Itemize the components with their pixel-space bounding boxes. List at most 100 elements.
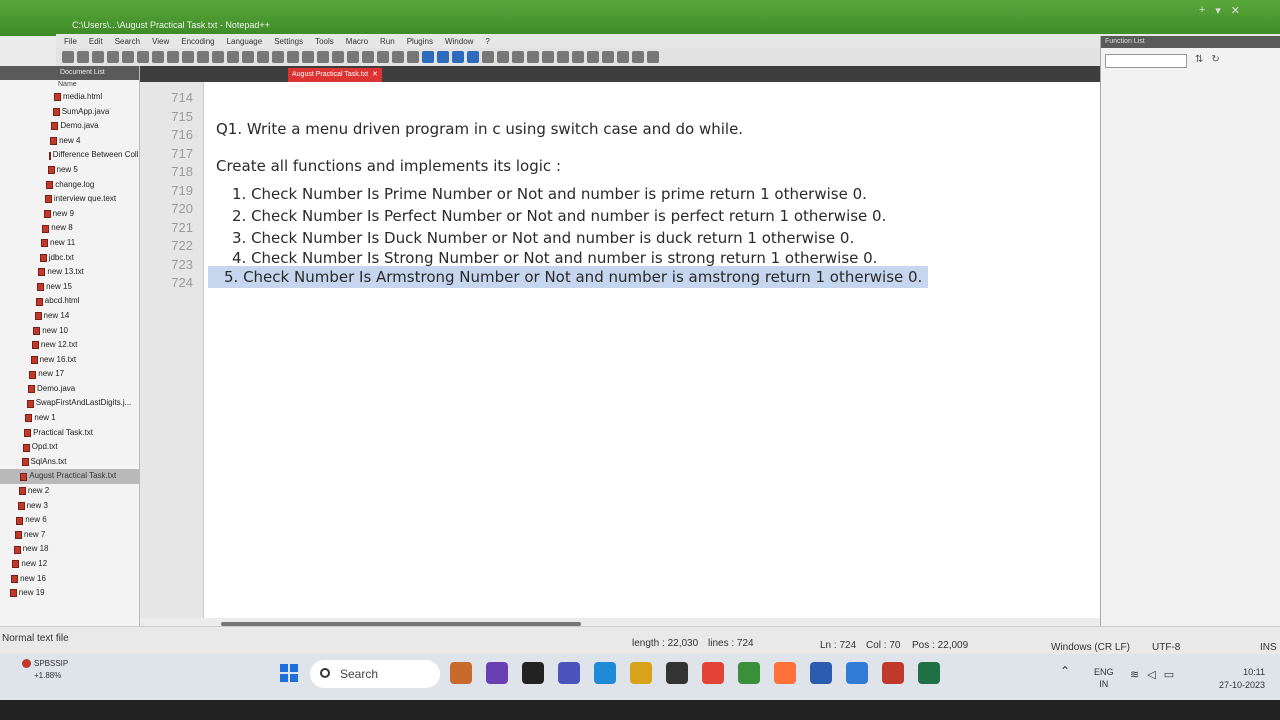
stock-widget[interactable]: SPBSSIP +1.88% [22, 658, 68, 682]
file-list-item[interactable]: media.html [0, 90, 139, 105]
menu-help[interactable]: ? [485, 37, 489, 46]
toolbar-button-icon[interactable] [317, 51, 329, 63]
menu-window[interactable]: Window [445, 37, 473, 46]
taskbar-app-icon[interactable] [774, 662, 796, 684]
file-list-item[interactable]: Difference Between Coll... [0, 148, 139, 163]
taskbar-app-icon[interactable] [918, 662, 940, 684]
file-list-item[interactable]: new 1 [0, 411, 139, 426]
file-list-item[interactable]: August Practical Task.txt [0, 469, 139, 485]
close-button[interactable]: ✕ [1231, 4, 1240, 17]
menu-plugins[interactable]: Plugins [407, 37, 433, 46]
taskbar-app-icon[interactable] [882, 662, 904, 684]
editor[interactable]: 714 715 716 717 718 719 720 721 722 723 724 Q1. Wr… [140, 82, 1142, 626]
toolbar-button-icon[interactable] [542, 51, 554, 63]
function-search-input[interactable] [1105, 54, 1187, 68]
toolbar-button-icon[interactable] [632, 51, 644, 63]
menu-settings[interactable]: Settings [274, 37, 303, 46]
toolbar-button-icon[interactable] [107, 51, 119, 63]
file-list-item[interactable]: new 17 [0, 367, 139, 382]
refresh-icon[interactable]: ↻ [1211, 54, 1219, 65]
menu-run[interactable]: Run [380, 37, 395, 46]
taskbar-app-icon[interactable] [486, 662, 508, 684]
taskbar-app-icon[interactable] [738, 662, 760, 684]
file-list-item[interactable]: new 4 [0, 134, 139, 149]
menu-tools[interactable]: Tools [315, 37, 334, 46]
new-window-button[interactable]: + [1199, 4, 1205, 17]
menu-file[interactable]: File [64, 37, 77, 46]
toolbar-button-icon[interactable] [602, 51, 614, 63]
taskbar-app-icon[interactable] [666, 662, 688, 684]
file-list-item[interactable]: abcd.html [0, 294, 139, 309]
taskbar-app-icon[interactable] [702, 662, 724, 684]
toolbar-button-icon[interactable] [272, 51, 284, 63]
file-list-item[interactable]: new 14 [0, 309, 139, 324]
toolbar-button-icon[interactable] [137, 51, 149, 63]
code-area[interactable]: Q1. Write a menu driven program in c usi… [208, 82, 1142, 626]
toolbar-button-icon[interactable] [197, 51, 209, 63]
file-list-item[interactable]: new 16.txt [0, 353, 139, 368]
file-list-item[interactable]: jdbc.txt [0, 251, 139, 266]
toolbar-button-icon[interactable] [617, 51, 629, 63]
toolbar-button-icon[interactable] [572, 51, 584, 63]
file-list-item[interactable]: new 19 [0, 586, 139, 601]
toolbar-button-icon[interactable] [392, 51, 404, 63]
toolbar-button-icon[interactable] [647, 51, 659, 63]
toolbar-button-icon[interactable] [332, 51, 344, 63]
taskbar-search[interactable]: Search [310, 660, 440, 688]
file-list-item[interactable]: new 18 [0, 542, 139, 557]
toolbar-button-icon[interactable] [77, 51, 89, 63]
toolbar-button-icon[interactable] [482, 51, 494, 63]
file-list-item[interactable]: SumApp.java [0, 105, 139, 120]
language-indicator[interactable]: ENG IN [1094, 666, 1114, 690]
tab-close-icon[interactable]: ✕ [372, 68, 378, 82]
toolbar-button-icon[interactable] [242, 51, 254, 63]
toolbar-button-icon[interactable] [422, 51, 434, 63]
file-list-item[interactable]: new 8 [0, 221, 139, 236]
toolbar-button-icon[interactable] [122, 51, 134, 63]
toolbar-button-icon[interactable] [512, 51, 524, 63]
file-list-item[interactable]: SwapFirstAndLastDigits.j... [0, 396, 139, 411]
toolbar-button-icon[interactable] [152, 51, 164, 63]
toolbar-button-icon[interactable] [377, 51, 389, 63]
menu-search[interactable]: Search [115, 37, 140, 46]
toolbar-button-icon[interactable] [407, 51, 419, 63]
wifi-icon[interactable]: ≋ [1130, 668, 1139, 681]
toolbar-button-icon[interactable] [257, 51, 269, 63]
toolbar-button-icon[interactable] [467, 51, 479, 63]
file-list-item[interactable]: new 10 [0, 324, 139, 339]
tab-august-practical-task[interactable]: August Practical Task.txt ✕ [288, 68, 382, 82]
clock[interactable]: 10:11 27-10-2023 [1205, 666, 1265, 692]
file-list-item[interactable]: Practical Task.txt [0, 426, 139, 441]
toolbar-button-icon[interactable] [302, 51, 314, 63]
toolbar-button-icon[interactable] [452, 51, 464, 63]
toolbar-button-icon[interactable] [92, 51, 104, 63]
file-list-item[interactable]: SqlAns.txt [0, 455, 139, 470]
file-list-item[interactable]: new 2 [0, 484, 139, 499]
tray-chevron-icon[interactable]: ⌃ [1060, 664, 1070, 678]
taskbar-app-icon[interactable] [810, 662, 832, 684]
file-list-item[interactable]: Opd.txt [0, 440, 139, 455]
file-list-item[interactable]: new 5 [0, 163, 139, 178]
file-list-item[interactable]: new 12 [0, 557, 139, 572]
sort-icon[interactable]: ⇅ [1195, 54, 1203, 65]
toolbar-button-icon[interactable] [212, 51, 224, 63]
file-list-item[interactable]: change.log [0, 178, 139, 193]
file-list-item[interactable]: new 11 [0, 236, 139, 251]
taskbar-app-icon[interactable] [846, 662, 868, 684]
toolbar-button-icon[interactable] [227, 51, 239, 63]
menu-encoding[interactable]: Encoding [181, 37, 214, 46]
toolbar-button-icon[interactable] [497, 51, 509, 63]
file-list-item[interactable]: interview que.text [0, 192, 139, 207]
menu-edit[interactable]: Edit [89, 37, 103, 46]
file-list-item[interactable]: new 9 [0, 207, 139, 222]
toolbar-button-icon[interactable] [347, 51, 359, 63]
volume-icon[interactable]: ◁ [1147, 668, 1155, 681]
file-list-item[interactable]: new 16 [0, 572, 139, 587]
battery-icon[interactable]: ▭ [1164, 668, 1174, 681]
menu-view[interactable]: View [152, 37, 169, 46]
file-list-item[interactable]: new 15 [0, 280, 139, 295]
taskbar-app-icon[interactable] [558, 662, 580, 684]
toolbar-button-icon[interactable] [557, 51, 569, 63]
start-icon[interactable] [280, 664, 298, 682]
taskbar-app-icon[interactable] [630, 662, 652, 684]
